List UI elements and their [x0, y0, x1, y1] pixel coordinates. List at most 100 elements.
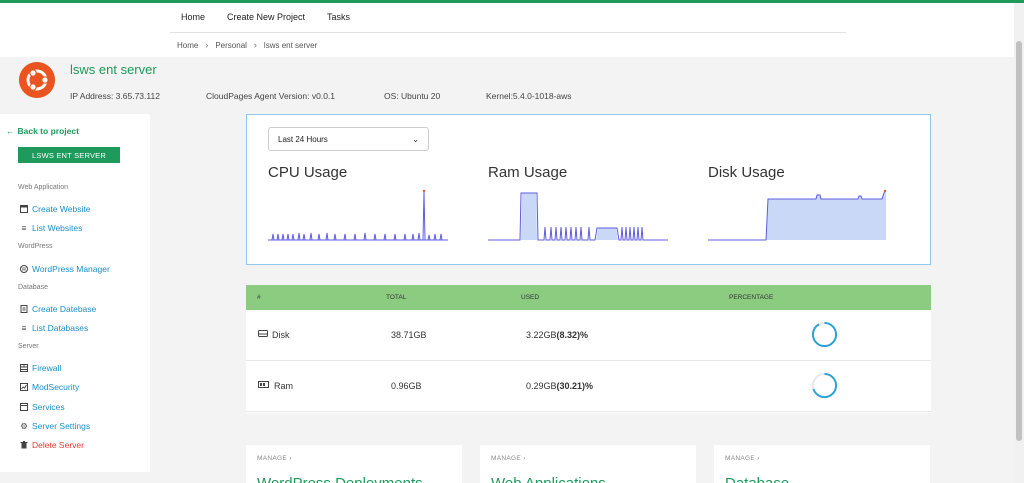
- manage-title: WordPress Deployments: [257, 475, 423, 483]
- manage-title: Database: [725, 475, 789, 483]
- sidebar-item-label: Firewall: [32, 363, 62, 373]
- os-info: OS: Ubuntu 20: [384, 91, 441, 101]
- divider: [170, 32, 846, 33]
- sidebar-item-label: Delete Server: [32, 440, 84, 450]
- manage-title: Web Applications: [491, 475, 606, 483]
- chevron-right-icon: ›: [205, 40, 209, 50]
- chevron-right-icon: ›: [253, 40, 257, 50]
- nav-tasks[interactable]: Tasks: [327, 12, 350, 22]
- main-nav: Home Create New Project Tasks: [170, 12, 361, 22]
- section-database: Database: [18, 284, 48, 291]
- time-range-select[interactable]: Last 24 Hours ⌄: [268, 127, 429, 151]
- cpu-usage-sparkline: [268, 189, 448, 241]
- disk-usage-area-chart: [708, 189, 887, 241]
- ram-usage-title: Ram Usage: [488, 164, 568, 181]
- sidebar-item-delete-server[interactable]: Delete Server: [20, 440, 84, 450]
- sidebar-item-create-website[interactable]: Create Website: [20, 204, 90, 214]
- used-percentage: (8.32)%: [556, 330, 589, 340]
- ram-usage-sparkline: [488, 192, 668, 241]
- sidebar-item-modsecurity[interactable]: ModSecurity: [20, 382, 79, 392]
- sidebar: ← Back to project LSWS ENT SERVER Web Ap…: [0, 114, 150, 472]
- hard-drive-icon: [258, 329, 268, 340]
- table-row-disk: Disk 38.71GB 3.22GB(8.32)%: [246, 310, 931, 361]
- breadcrumb-personal[interactable]: Personal: [215, 41, 247, 50]
- sidebar-item-list-websites[interactable]: ≡ List Websites: [20, 223, 83, 233]
- ubuntu-logo-icon: [19, 62, 55, 98]
- used-value: 0.29GB: [526, 381, 557, 391]
- top-navbar: Home Create New Project Tasks Home › Per…: [0, 3, 1024, 57]
- section-wordpress: WordPress: [18, 243, 53, 250]
- manage-card-web-applications[interactable]: MANAGE › Web Applications: [480, 445, 696, 483]
- row-used: 0.29GB(30.21)%: [526, 381, 593, 391]
- firewall-icon: [20, 364, 28, 372]
- sidebar-item-label: Create Website: [32, 204, 91, 214]
- sidebar-item-label: Create Datebase: [32, 304, 97, 314]
- gear-icon: ⚙: [20, 420, 28, 431]
- row-total: 0.96GB: [391, 381, 422, 391]
- list-icon: ≡: [21, 323, 27, 333]
- server-header: lsws ent server IP Address: 3.65.73.112 …: [0, 57, 1014, 114]
- kernel-info: Kernel:5.4.0-1018-aws: [486, 91, 572, 101]
- row-name: Disk: [272, 330, 290, 340]
- row-total: 38.71GB: [391, 330, 427, 340]
- sidebar-item-services[interactable]: Services: [20, 402, 65, 412]
- chevron-right-icon: ›: [757, 455, 760, 462]
- section-web-application: Web Application: [18, 184, 69, 191]
- memory-icon: [258, 380, 269, 391]
- disk-usage-title: Disk Usage: [708, 164, 785, 181]
- sidebar-item-firewall[interactable]: Firewall: [20, 363, 61, 373]
- manage-label-text: MANAGE: [257, 455, 287, 462]
- list-icon: ≡: [21, 223, 27, 233]
- manage-card-database[interactable]: MANAGE › Database: [714, 445, 930, 483]
- back-label: Back to project: [17, 126, 79, 136]
- wordpress-icon: W: [20, 265, 28, 273]
- chevron-right-icon: ›: [523, 455, 526, 462]
- table-header: # TOTAL USED PERCENTAGE: [246, 285, 931, 310]
- time-range-value: Last 24 Hours: [278, 134, 328, 144]
- sidebar-item-server-settings[interactable]: ⚙ Server Settings: [20, 420, 91, 432]
- page-scrollbar[interactable]: [1014, 3, 1024, 483]
- disk-progress-ring: [811, 321, 838, 348]
- chevron-right-icon: ›: [289, 455, 292, 462]
- arrow-left-icon: ←: [6, 126, 15, 136]
- window-icon: [20, 205, 28, 213]
- window-icon: [20, 403, 28, 411]
- chart-icon: [20, 383, 28, 391]
- used-value: 3.22GB: [526, 330, 557, 340]
- sidebar-item-label: Server Settings: [32, 421, 91, 431]
- nav-home[interactable]: Home: [181, 12, 205, 22]
- nav-create-new-project[interactable]: Create New Project: [227, 12, 305, 22]
- sidebar-item-label: ModSecurity: [32, 382, 80, 392]
- table-row-ram: Ram 0.96GB 0.29GB(30.21)%: [246, 361, 931, 412]
- trash-icon: [20, 441, 28, 449]
- document-icon: [20, 305, 28, 313]
- sidebar-item-list-databases[interactable]: ≡ List Databases: [20, 323, 89, 333]
- svg-text:W: W: [22, 267, 27, 273]
- sidebar-item-label: List Databases: [32, 323, 89, 333]
- server-button[interactable]: LSWS ENT SERVER: [18, 147, 120, 163]
- breadcrumb: Home › Personal › lsws ent server: [177, 40, 317, 50]
- breadcrumb-current: lsws ent server: [263, 40, 318, 50]
- manage-label-text: MANAGE: [725, 455, 755, 462]
- server-name: lsws ent server: [70, 62, 157, 77]
- manage-label: MANAGE ›: [257, 455, 292, 462]
- sidebar-item-label: WordPress Manager: [32, 264, 110, 274]
- back-to-project-link[interactable]: ← Back to project: [6, 126, 79, 136]
- col-header-index: #: [257, 294, 261, 301]
- manage-label: MANAGE ›: [725, 455, 760, 462]
- col-header-percentage: PERCENTAGE: [729, 294, 774, 301]
- ip-address: IP Address: 3.65.73.112: [70, 91, 160, 101]
- sidebar-item-label: List Websites: [32, 223, 83, 233]
- manage-card-wordpress[interactable]: MANAGE › WordPress Deployments: [246, 445, 462, 483]
- sidebar-item-wordpress-manager[interactable]: W WordPress Manager: [20, 264, 110, 274]
- manage-label-text: MANAGE: [491, 455, 521, 462]
- used-percentage: (30.21)%: [556, 381, 594, 391]
- scrollbar-thumb[interactable]: [1016, 41, 1022, 441]
- ram-progress-ring: [811, 372, 838, 399]
- col-header-used: USED: [521, 294, 540, 301]
- breadcrumb-home[interactable]: Home: [177, 41, 198, 50]
- row-name: Ram: [274, 381, 294, 391]
- agent-version: CloudPages Agent Version: v0.0.1: [206, 91, 336, 101]
- chevron-down-icon: ⌄: [412, 134, 419, 144]
- sidebar-item-create-database[interactable]: Create Datebase: [20, 304, 96, 314]
